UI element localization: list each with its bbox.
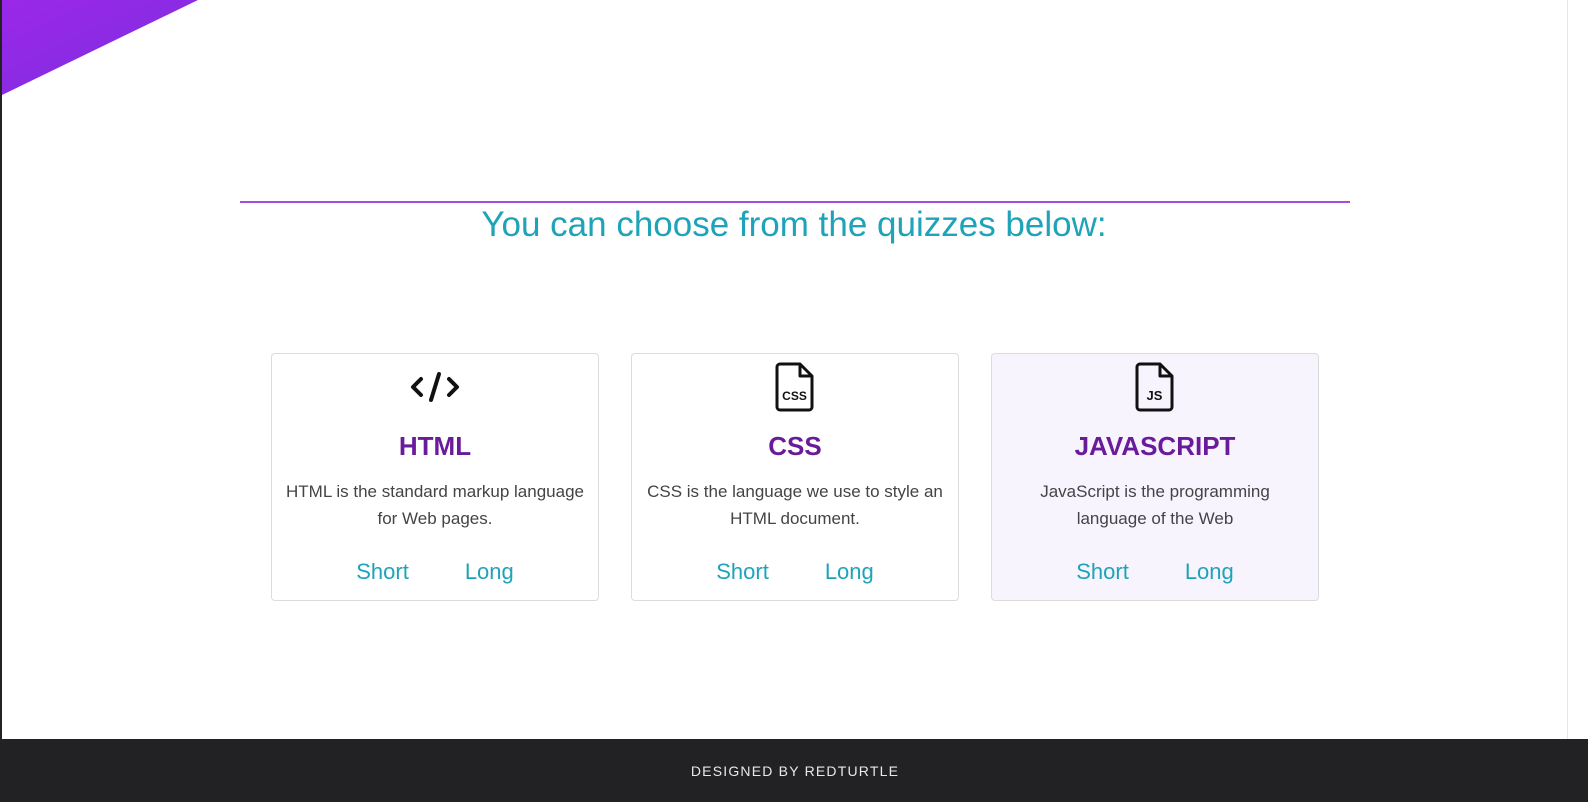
quiz-links: Short Long: [272, 558, 598, 586]
scrollbar[interactable]: [1567, 0, 1588, 739]
html-short-quiz-link[interactable]: Short: [356, 558, 409, 586]
css-long-quiz-link[interactable]: Long: [825, 558, 874, 586]
page-title: You can choose from the quizzes below:: [481, 205, 1107, 244]
quiz-card-html: HTML HTML is the standard markup languag…: [271, 353, 599, 601]
quiz-links: Short Long: [992, 558, 1318, 586]
footer: DESIGNED BY REDTURTLE: [2, 739, 1588, 802]
left-edge: [0, 0, 2, 802]
javascript-short-quiz-link[interactable]: Short: [1076, 558, 1129, 586]
quiz-title: CSS: [768, 431, 822, 461]
quiz-title: JAVASCRIPT: [1074, 431, 1236, 461]
footer-credit: DESIGNED BY REDTURTLE: [690, 762, 900, 779]
quiz-card-css: CSS CSS CSS is the language we use to st…: [631, 353, 959, 601]
quiz-description: JavaScript is the programming language o…: [1040, 482, 1270, 528]
quiz-title: HTML: [398, 431, 472, 461]
quiz-card-javascript: JS JAVASCRIPT JavaScript is the programm…: [991, 353, 1319, 601]
code-icon: [272, 360, 598, 414]
quiz-description: CSS is the language we use to style an H…: [647, 482, 943, 528]
javascript-long-quiz-link[interactable]: Long: [1185, 558, 1234, 586]
js-file-icon: JS: [992, 360, 1318, 414]
html-long-quiz-link[interactable]: Long: [465, 558, 514, 586]
page: You can choose from the quizzes below: H…: [0, 0, 1588, 802]
corner-decoration: [2, 0, 198, 95]
css-icon-label: CSS: [782, 389, 807, 403]
css-file-icon: CSS: [632, 360, 958, 414]
quiz-links: Short Long: [632, 558, 958, 586]
js-icon-label: JS: [1147, 388, 1163, 403]
css-short-quiz-link[interactable]: Short: [716, 558, 769, 586]
quiz-description: HTML is the standard markup language for…: [286, 482, 584, 528]
